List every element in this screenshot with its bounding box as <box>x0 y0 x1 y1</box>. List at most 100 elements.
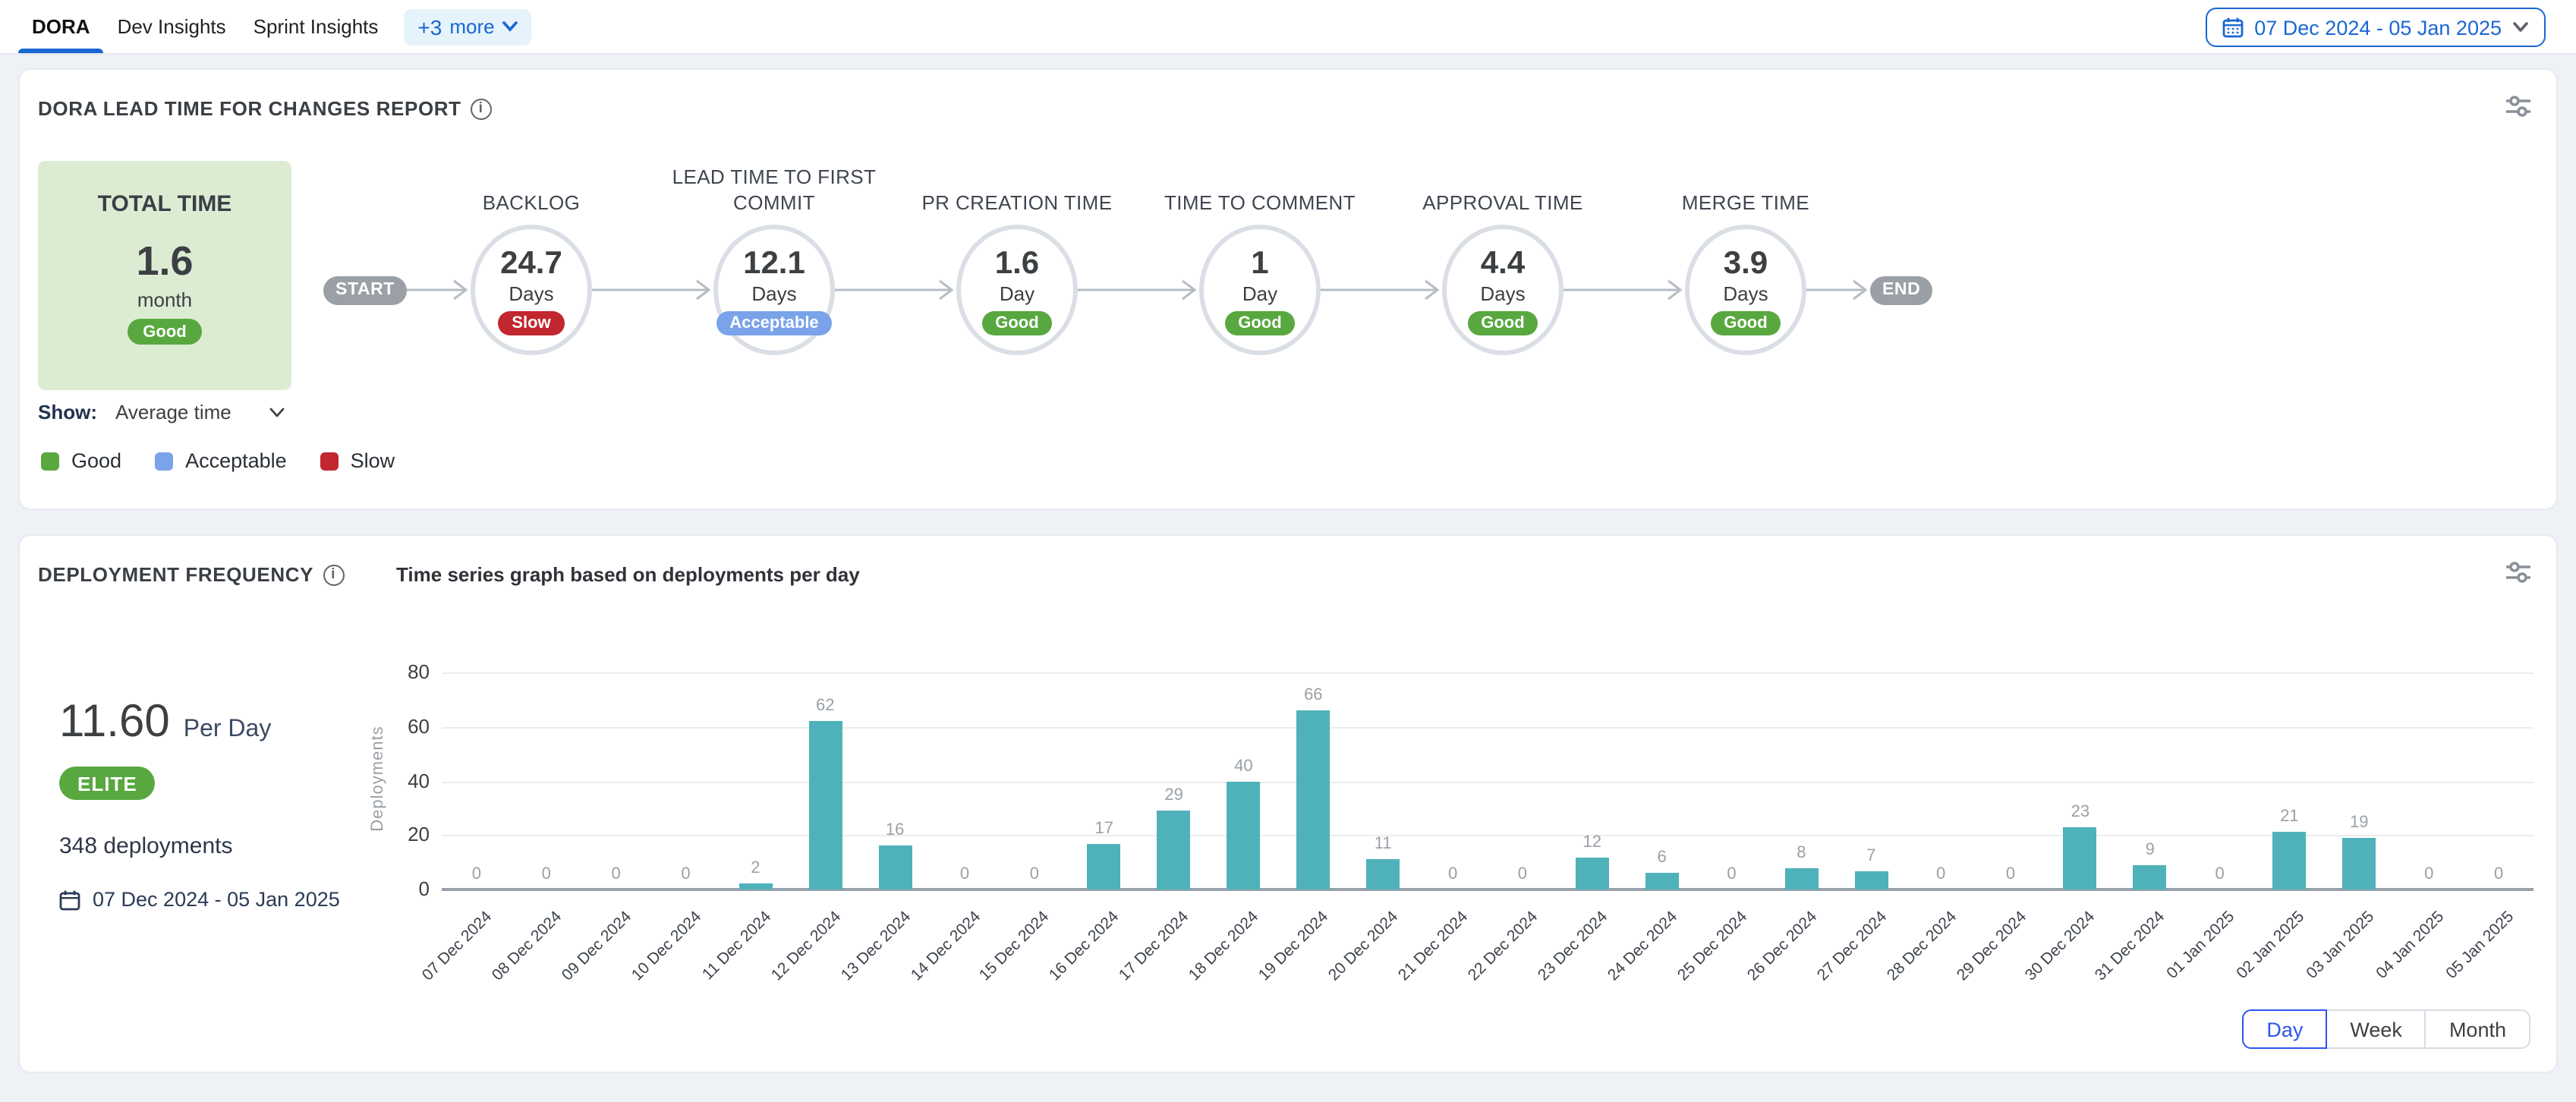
flow-end-node: END <box>1870 276 1932 304</box>
deployment-bar[interactable] <box>738 884 772 889</box>
chevron-down-icon <box>2512 21 2529 33</box>
flow-stage-pr-creation-time: PR CREATION TIME1.6DayGood <box>956 225 1078 355</box>
tab-dora[interactable]: DORA <box>18 0 104 53</box>
x-axis-label: 22 Dec 2024 <box>1410 908 1542 1039</box>
deployment-bar[interactable] <box>808 721 842 889</box>
stage-title: PR CREATION TIME <box>886 190 1148 216</box>
x-axis-label: 10 Dec 2024 <box>574 908 705 1039</box>
bar-value-label: 0 <box>2398 865 2459 883</box>
stage-status-badge: Good <box>981 310 1052 335</box>
dashboard: DORADev InsightsSprint Insights +3 more … <box>0 0 2576 1102</box>
x-axis-label: 28 Dec 2024 <box>1829 908 1960 1039</box>
bar-value-label: 0 <box>446 865 507 883</box>
x-axis-label: 21 Dec 2024 <box>1340 908 1472 1039</box>
deployment-bar[interactable] <box>1088 843 1121 889</box>
deployment-bar[interactable] <box>878 846 912 889</box>
tab-sprint-insights[interactable]: Sprint Insights <box>240 0 392 53</box>
flow-stage-approval-time: APPROVAL TIME4.4DaysGood <box>1442 225 1564 355</box>
show-label: Show: <box>38 401 97 423</box>
stage-unit: Days <box>509 282 553 304</box>
deployment-bar[interactable] <box>1227 781 1260 889</box>
calendar-icon <box>59 889 80 910</box>
show-metric-dropdown[interactable]: Show: Average time <box>38 401 291 423</box>
x-axis-label: 01 Jan 2025 <box>2108 908 2239 1039</box>
bar-value-label: 8 <box>1771 843 1831 861</box>
granularity-month-button[interactable]: Month <box>2425 1009 2530 1049</box>
x-axis-label: 20 Dec 2024 <box>1271 908 1403 1039</box>
bar-value-label: 11 <box>1353 836 1413 854</box>
stage-unit: Day <box>1000 282 1034 304</box>
bar-value-label: 62 <box>795 697 855 715</box>
more-tabs-button[interactable]: +3 more <box>404 8 531 45</box>
bar-value-label: 0 <box>2190 865 2250 883</box>
legend-item-acceptable: Acceptable <box>155 449 287 472</box>
lead-time-title-text: DORA LEAD TIME FOR CHANGES REPORT <box>38 97 461 120</box>
date-range-value: 07 Dec 2024 - 05 Jan 2025 <box>2254 16 2502 39</box>
bar-value-label: 2 <box>725 860 786 878</box>
y-axis-tick: 0 <box>384 877 430 900</box>
y-axis-tick: 80 <box>384 660 430 683</box>
deployment-card-title: DEPLOYMENT FREQUENCY i <box>38 563 344 586</box>
deployment-bar[interactable] <box>1645 874 1679 889</box>
flow-arrow <box>1321 276 1442 304</box>
chart-subtitle: Time series graph based on deployments p… <box>396 563 860 586</box>
stage-title: LEAD TIME TO FIRST COMMIT <box>644 164 905 216</box>
gridline <box>442 727 2533 729</box>
granularity-day-button[interactable]: Day <box>2242 1009 2327 1049</box>
tab-bar: DORADev InsightsSprint Insights <box>18 0 392 53</box>
deployment-bar[interactable] <box>1784 867 1818 889</box>
deployment-bar[interactable] <box>2064 827 2097 889</box>
top-bar: DORADev InsightsSprint Insights +3 more … <box>0 0 2576 55</box>
date-range-picker[interactable]: 07 Dec 2024 - 05 Jan 2025 <box>2206 8 2546 47</box>
x-axis-label: 08 Dec 2024 <box>434 908 565 1039</box>
deployment-bar[interactable] <box>1296 710 1330 889</box>
x-axis-label: 24 Dec 2024 <box>1550 908 1681 1039</box>
stage-title: TIME TO COMMENT <box>1129 190 1390 216</box>
gridline <box>442 672 2533 674</box>
x-axis-label: 11 Dec 2024 <box>644 908 775 1039</box>
x-axis-label: 25 Dec 2024 <box>1620 908 1751 1039</box>
flow-arrow <box>592 276 713 304</box>
more-count: +3 <box>417 14 442 39</box>
y-axis-tick: 60 <box>384 715 430 738</box>
bar-value-label: 17 <box>1074 819 1135 837</box>
good-legend-chip <box>41 452 59 470</box>
calendar-icon <box>2222 17 2244 38</box>
deployment-bar[interactable] <box>1854 871 1888 889</box>
stage-unit: Days <box>751 282 796 304</box>
filter-settings-icon[interactable] <box>2505 560 2532 584</box>
deployment-bar[interactable] <box>1576 857 1609 889</box>
chevron-down-icon <box>502 21 518 32</box>
deployment-bar[interactable] <box>2342 838 2376 889</box>
filter-settings-icon[interactable] <box>2505 94 2532 118</box>
granularity-week-button[interactable]: Week <box>2326 1009 2426 1049</box>
bar-value-label: 40 <box>1213 757 1274 775</box>
gridline <box>442 836 2533 837</box>
deployment-bar[interactable] <box>1157 811 1191 889</box>
lead-time-card-title: DORA LEAD TIME FOR CHANGES REPORT i <box>38 97 492 120</box>
stage-status-badge: Good <box>1224 310 1295 335</box>
x-axis-label: 15 Dec 2024 <box>922 908 1053 1039</box>
flow-stage-time-to-comment: TIME TO COMMENT1DayGood <box>1199 225 1321 355</box>
bar-value-label: 0 <box>586 865 647 883</box>
more-label: more <box>449 15 494 38</box>
legend-label: Acceptable <box>185 449 287 472</box>
deployment-bar[interactable] <box>2134 865 2167 889</box>
legend-label: Slow <box>351 449 395 472</box>
stage-value: 1.6 <box>995 245 1039 280</box>
deployment-frequency-card: DEPLOYMENT FREQUENCY i Time series graph… <box>18 534 2558 1073</box>
info-icon[interactable]: i <box>323 564 344 585</box>
y-axis-tick: 40 <box>384 769 430 792</box>
bar-value-label: 12 <box>1562 833 1623 851</box>
deployment-bar[interactable] <box>1366 860 1400 889</box>
info-icon[interactable]: i <box>471 98 492 119</box>
show-value: Average time <box>115 401 231 423</box>
stage-status-badge: Good <box>1467 310 1538 335</box>
deployment-bar[interactable] <box>2272 833 2306 889</box>
total-time-value: 1.6 <box>38 238 291 285</box>
bar-value-label: 23 <box>2050 803 2111 821</box>
x-axis-label: 29 Dec 2024 <box>1898 908 2030 1039</box>
tab-dev-insights[interactable]: Dev Insights <box>104 0 240 53</box>
bar-value-label: 0 <box>2468 865 2529 883</box>
flow-arrow <box>835 276 956 304</box>
